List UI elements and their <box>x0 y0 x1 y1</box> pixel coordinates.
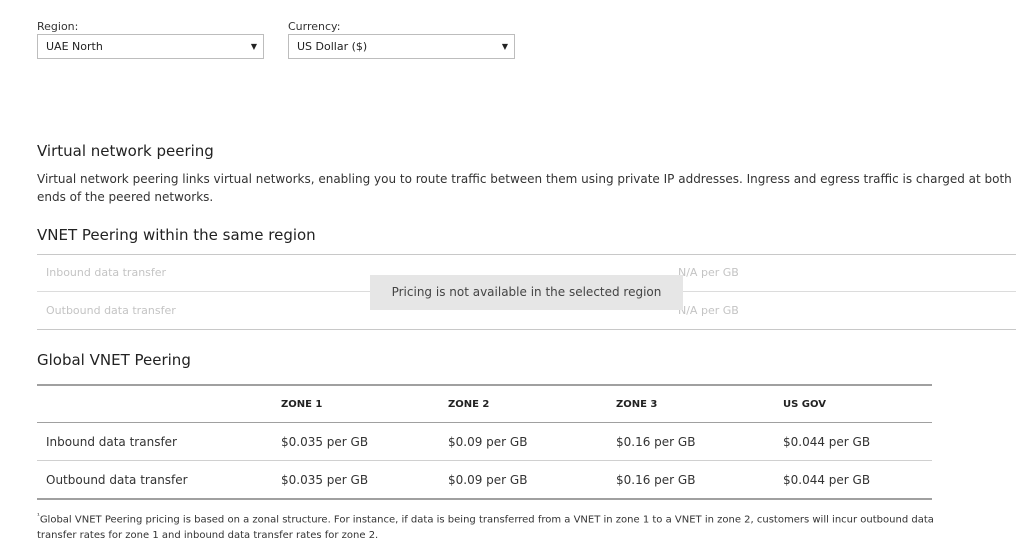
footnote: ¹Global VNET Peering pricing is based on… <box>37 508 937 544</box>
divider <box>37 329 1016 330</box>
currency-label: Currency: <box>288 20 341 33</box>
price-cell: $0.16 per GB <box>616 422 783 461</box>
row-label: Outbound data transfer <box>37 460 281 500</box>
same-region-row-label: Inbound data transfer <box>46 266 167 279</box>
global-pricing-table: ZONE 1 ZONE 2 ZONE 3 US GOV Inbound data… <box>37 384 932 500</box>
column-header-zone2: ZONE 2 <box>448 384 616 423</box>
chevron-down-icon: ▼ <box>501 42 508 51</box>
section-title-same-region: VNET Peering within the same region <box>37 226 316 244</box>
section-title-global-peering: Global VNET Peering <box>37 351 191 369</box>
vnet-description: Virtual network peering links virtual ne… <box>37 172 1012 204</box>
column-header-usgov: US GOV <box>783 384 932 423</box>
region-select-value: UAE North <box>46 40 103 53</box>
footnote-text: Global VNET Peering pricing is based on … <box>37 514 934 542</box>
column-header-zone3: ZONE 3 <box>616 384 783 423</box>
table-row: Outbound data transfer $0.035 per GB $0.… <box>37 460 932 500</box>
same-region-row-label: Outbound data transfer <box>46 304 176 317</box>
pricing-unavailable-notice: Pricing is not available in the selected… <box>370 275 683 310</box>
row-label: Inbound data transfer <box>37 422 281 461</box>
table-row: Inbound data transfer $0.035 per GB $0.0… <box>37 422 932 461</box>
price-cell: $0.035 per GB <box>281 422 448 461</box>
currency-select-value: US Dollar ($) <box>297 40 368 53</box>
table-header-row: ZONE 1 ZONE 2 ZONE 3 US GOV <box>37 384 932 423</box>
region-label: Region: <box>37 20 79 33</box>
price-cell: $0.16 per GB <box>616 460 783 500</box>
price-cell: $0.09 per GB <box>448 422 616 461</box>
currency-select[interactable]: US Dollar ($) ▼ <box>288 34 515 59</box>
divider <box>37 254 1016 255</box>
column-header <box>37 384 281 423</box>
region-select[interactable]: UAE North ▼ <box>37 34 264 59</box>
same-region-row-price: N/A per GB <box>678 304 739 317</box>
price-cell: $0.035 per GB <box>281 460 448 500</box>
price-cell: $0.044 per GB <box>783 422 932 461</box>
price-cell: $0.044 per GB <box>783 460 932 500</box>
chevron-down-icon: ▼ <box>250 42 257 51</box>
same-region-row-price: N/A per GB <box>678 266 739 279</box>
section-title-vnet-peering: Virtual network peering <box>37 142 214 160</box>
column-header-zone1: ZONE 1 <box>281 384 448 423</box>
price-cell: $0.09 per GB <box>448 460 616 500</box>
